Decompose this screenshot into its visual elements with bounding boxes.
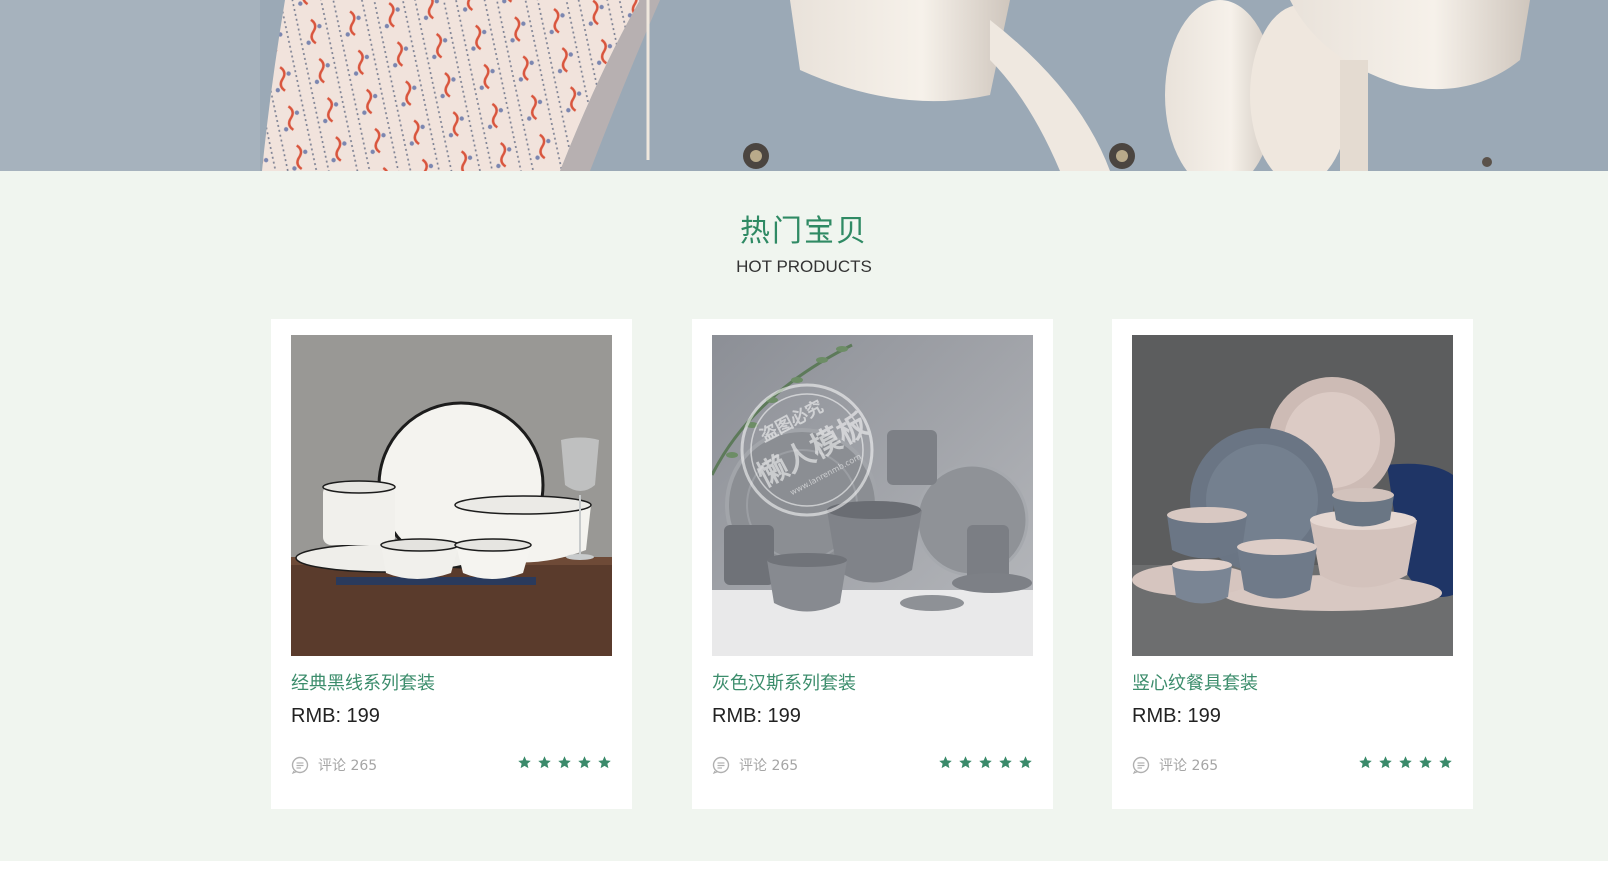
- footer-strip: [0, 861, 1608, 882]
- hot-products-section: 热门宝贝 HOT PRODUCTS 经典黑线系列套装 RMB: 199 评论 2…: [0, 171, 1608, 861]
- star-icon: [538, 756, 551, 769]
- product-card[interactable]: 盗图必究 懒人模板 www.lanrenmb.com 灰色汉斯系列套装 RMB:…: [692, 319, 1053, 809]
- product-price: RMB: 199: [291, 705, 380, 727]
- star-icon: [558, 756, 571, 769]
- comment-count-text: 评论 265: [318, 758, 378, 774]
- star-icon: [1019, 756, 1032, 769]
- hero-banner: [0, 0, 1608, 171]
- comment-count-text: 评论 265: [739, 758, 799, 774]
- star-icon: [1419, 756, 1432, 769]
- product-price: RMB: 199: [1132, 705, 1221, 727]
- star-icon: [1439, 756, 1452, 769]
- product-image[interactable]: [1132, 335, 1453, 656]
- product-card[interactable]: 经典黑线系列套装 RMB: 199 评论 265: [271, 319, 632, 809]
- product-name[interactable]: 竖心纹餐具套装: [1132, 669, 1258, 695]
- star-icon: [578, 756, 591, 769]
- comment-count[interactable]: 评论 265: [712, 755, 798, 775]
- speech-bubble-icon: [712, 756, 730, 774]
- product-name[interactable]: 灰色汉斯系列套装: [712, 669, 856, 695]
- star-icon: [999, 756, 1012, 769]
- star-icon: [1379, 756, 1392, 769]
- section-title: 热门宝贝: [740, 214, 868, 249]
- comment-count[interactable]: 评论 265: [1132, 755, 1218, 775]
- star-icon: [959, 756, 972, 769]
- product-card[interactable]: 竖心纹餐具套装 RMB: 199 评论 265: [1112, 319, 1473, 809]
- section-subtitle: HOT PRODUCTS: [736, 257, 872, 276]
- rating-stars: [517, 755, 612, 770]
- star-icon: [518, 756, 531, 769]
- product-price: RMB: 199: [712, 705, 801, 727]
- rating-stars: [1358, 755, 1453, 770]
- comment-count[interactable]: 评论 265: [291, 755, 377, 775]
- speech-bubble-icon: [1132, 756, 1150, 774]
- rating-stars: [938, 755, 1033, 770]
- star-icon: [598, 756, 611, 769]
- star-icon: [939, 756, 952, 769]
- comment-count-text: 评论 265: [1159, 758, 1219, 774]
- star-icon: [1359, 756, 1372, 769]
- star-icon: [1399, 756, 1412, 769]
- product-image[interactable]: [291, 335, 612, 656]
- hero-banner-image: [0, 0, 1608, 171]
- product-name[interactable]: 经典黑线系列套装: [291, 669, 435, 695]
- product-image[interactable]: 盗图必究 懒人模板 www.lanrenmb.com: [712, 335, 1033, 656]
- speech-bubble-icon: [291, 756, 309, 774]
- star-icon: [979, 756, 992, 769]
